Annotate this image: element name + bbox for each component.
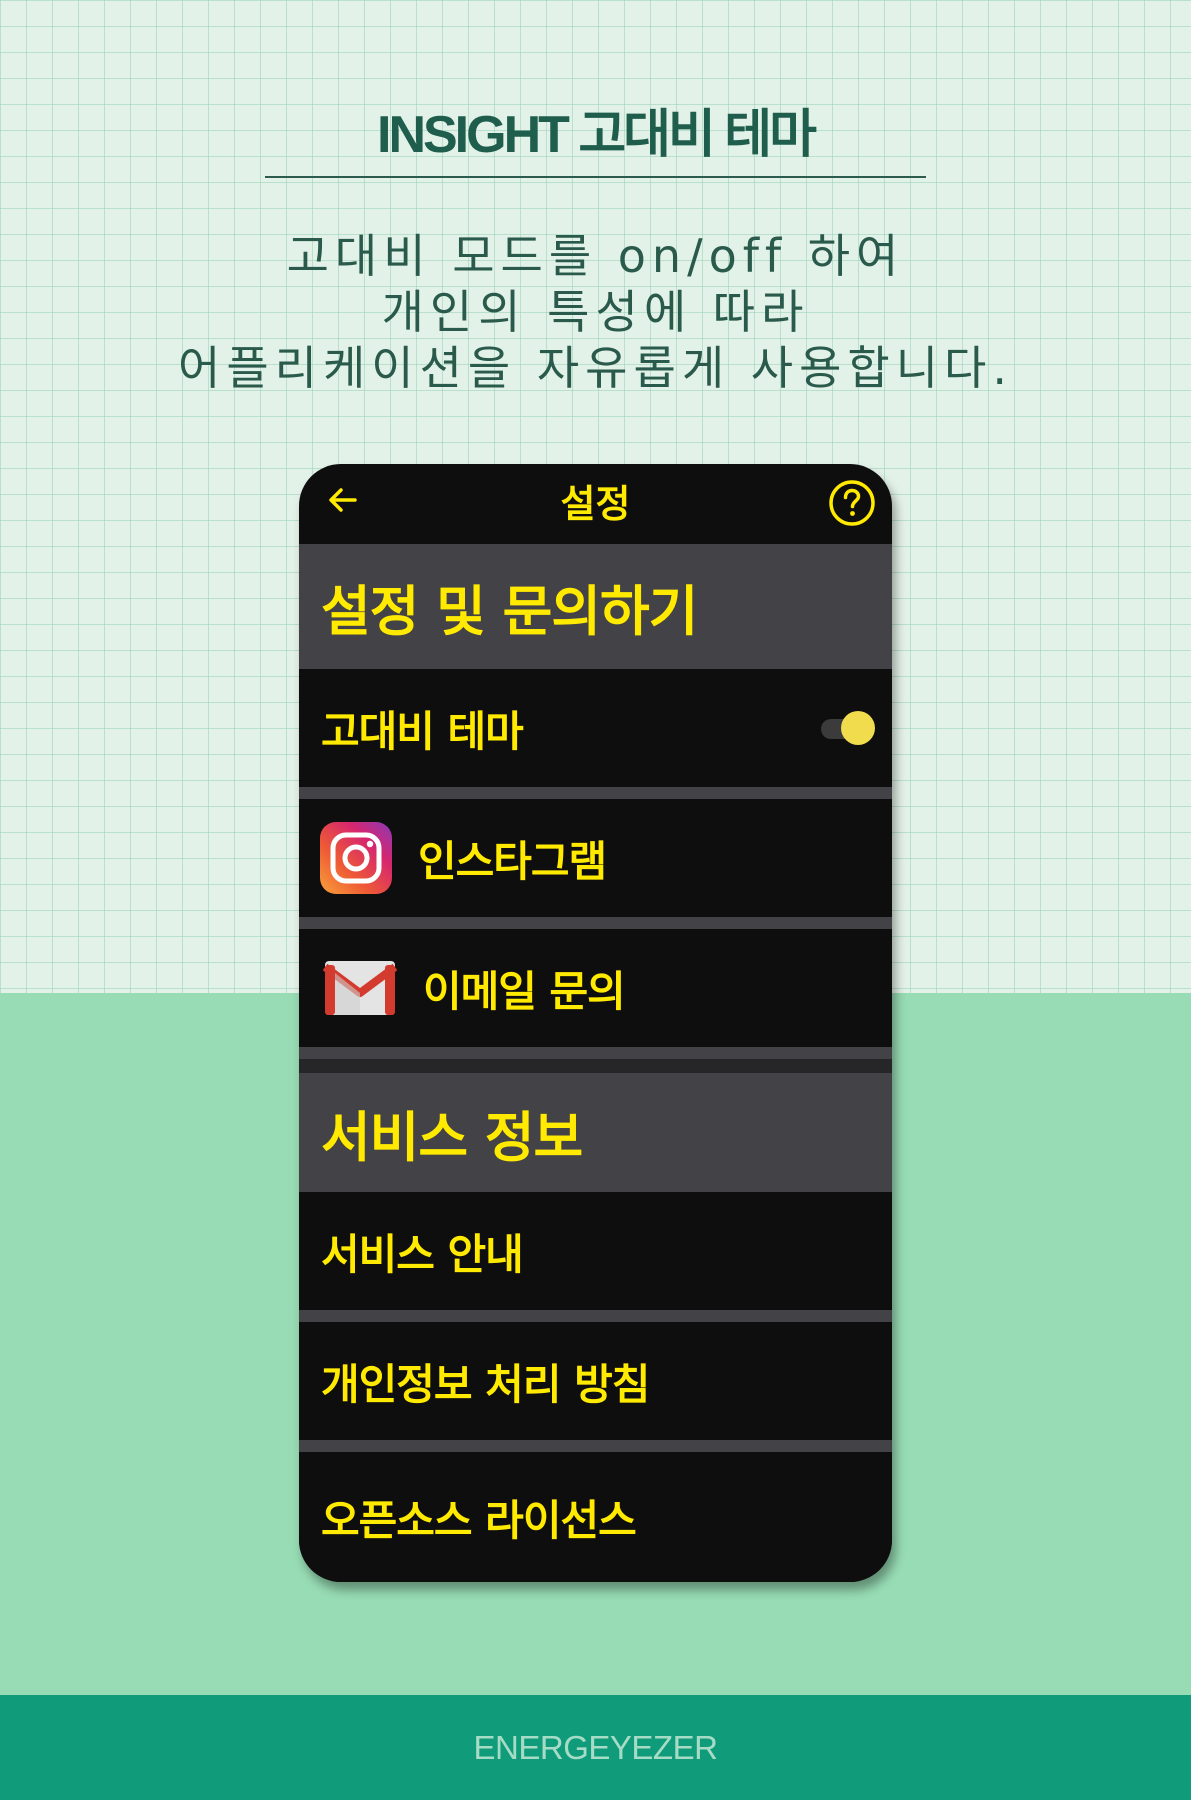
setting-label: 개인정보 처리 방침 <box>321 1359 650 1409</box>
setting-row-instagram[interactable]: 인스타그램 <box>299 799 892 917</box>
footer: ENERGEYEZER <box>0 1695 1191 1800</box>
setting-row-privacy-policy[interactable]: 개인정보 처리 방침 <box>299 1322 892 1440</box>
setting-label: 이메일 문의 <box>423 966 626 1016</box>
row-divider <box>299 1310 892 1322</box>
section-title: 서비스 정보 <box>321 1106 583 1169</box>
back-arrow-icon[interactable] <box>325 482 361 518</box>
description-line: 개인의 특성에 따라 <box>381 285 810 339</box>
description-line: 어플리케이션을 자유롭게 사용합니다. <box>178 341 1013 395</box>
setting-row-open-source-licenses[interactable]: 오픈소스 라이선스 <box>299 1452 892 1582</box>
app-bar: 설정 <box>299 464 892 544</box>
row-divider <box>299 787 892 799</box>
title-divider <box>265 176 926 178</box>
footer-brand: ENERGEYEZER <box>473 1728 718 1766</box>
app-bar-title: 설정 <box>560 482 631 526</box>
setting-row-high-contrast[interactable]: 고대비 테마 <box>299 669 892 787</box>
page-title: INSIGHT 고대비 테마 <box>377 106 817 164</box>
toggle-knob <box>841 711 875 745</box>
phone-screen: 설정 설정 및 문의하기 고대비 테마 인스타그램 이메일 문의 서비스 정보 … <box>299 464 892 1582</box>
gmail-icon <box>323 961 397 1015</box>
setting-label: 오픈소스 라이선스 <box>321 1495 637 1545</box>
section-header-settings: 설정 및 문의하기 <box>299 544 892 669</box>
description-line: 고대비 모드를 on/off 하여 <box>286 229 905 283</box>
setting-label: 인스타그램 <box>418 836 607 886</box>
help-circle-icon[interactable] <box>827 478 877 528</box>
setting-label: 서비스 안내 <box>321 1229 524 1279</box>
row-divider <box>299 917 892 929</box>
row-divider <box>299 1047 892 1059</box>
high-contrast-toggle[interactable] <box>821 711 875 747</box>
setting-row-email[interactable]: 이메일 문의 <box>299 929 892 1047</box>
section-title: 설정 및 문의하기 <box>321 580 698 643</box>
section-gap <box>299 1059 892 1073</box>
instagram-icon <box>320 822 392 894</box>
section-header-service-info: 서비스 정보 <box>299 1073 892 1192</box>
page-description: 고대비 모드를 on/off 하여 개인의 특성에 따라 어플리케이션을 자유롭… <box>0 228 1191 396</box>
setting-label: 고대비 테마 <box>321 706 524 756</box>
row-divider <box>299 1440 892 1452</box>
setting-row-service-guide[interactable]: 서비스 안내 <box>299 1192 892 1310</box>
